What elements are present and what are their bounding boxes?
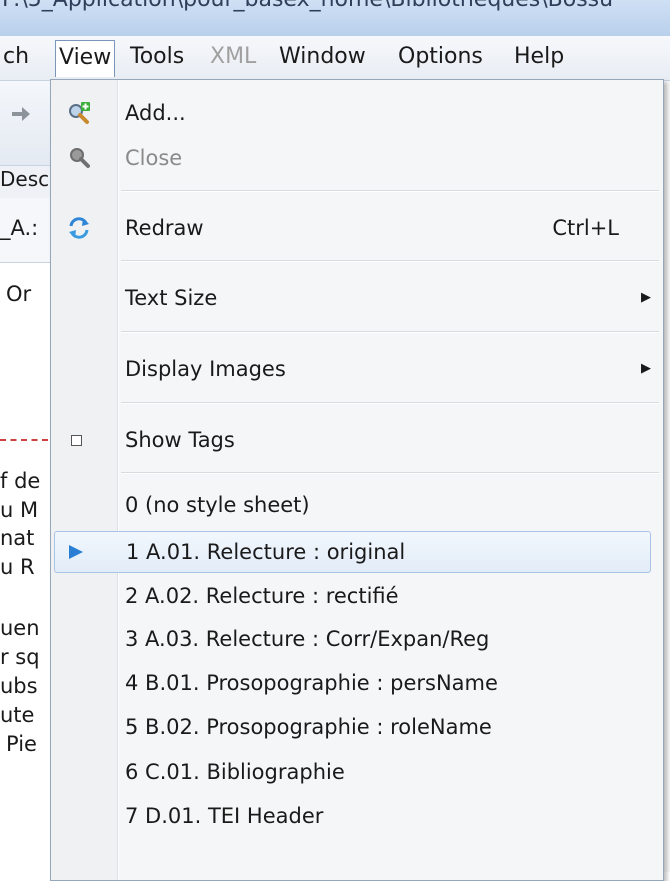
- menu-item-show-tags[interactable]: Show Tags: [53, 421, 659, 459]
- menu-item-label: 1 A.01. Relecture : original: [126, 540, 406, 564]
- menu-separator: [121, 190, 659, 192]
- menu-item-label: 7 D.01. TEI Header: [125, 804, 324, 828]
- menu-item-label: 6 C.01. Bibliographie: [125, 760, 345, 784]
- menu-item-stylesheet-6[interactable]: 6 C.01. Bibliographie: [53, 753, 659, 791]
- menu-separator: [121, 331, 659, 333]
- document-text: Or: [6, 282, 32, 306]
- menu-item-shortcut: Ctrl+L: [552, 216, 619, 240]
- menu-help[interactable]: Help: [511, 40, 567, 73]
- menu-bar: ch View Tools XML Window Options Help: [0, 36, 670, 81]
- menu-item-label: 3 A.03. Relecture : Corr/Expan/Reg: [125, 627, 490, 651]
- zoom-close-icon: [70, 148, 90, 168]
- menu-item-label: Text Size: [125, 286, 218, 310]
- menu-item-label: Display Images: [125, 357, 286, 381]
- menu-options[interactable]: Options: [395, 40, 486, 73]
- menu-item-stylesheet-5[interactable]: 5 B.02. Prosopographie : roleName: [53, 708, 659, 746]
- menu-separator: [121, 260, 659, 262]
- menu-item-stylesheet-7[interactable]: 7 D.01. TEI Header: [53, 797, 659, 835]
- tab-fragment[interactable]: Desc: [0, 167, 49, 191]
- menu-item-label: Show Tags: [125, 428, 235, 452]
- menu-item-label: Close: [125, 146, 183, 170]
- document-text: nat: [0, 526, 35, 550]
- menu-item-stylesheet-4[interactable]: 4 B.01. Prosopographie : persName: [53, 664, 659, 702]
- submenu-arrow-icon: ▶: [641, 361, 651, 376]
- menu-tools[interactable]: Tools: [127, 40, 187, 73]
- zoom-add-icon: [69, 102, 90, 124]
- menu-separator: [121, 472, 659, 474]
- tab-fragment[interactable]: _A.:: [0, 216, 38, 240]
- refresh-icon: [69, 217, 89, 239]
- document-text: u R: [0, 555, 35, 579]
- submenu-arrow-icon: ▶: [641, 290, 651, 305]
- view-menu-dropdown: Add... Close Redraw Ctrl+L Text Size ▶ D…: [50, 79, 664, 881]
- menu-search[interactable]: ch: [0, 40, 32, 73]
- menu-item-stylesheet-2[interactable]: 2 A.02. Relecture : rectifié: [53, 577, 659, 615]
- menu-item-label: Redraw: [125, 216, 204, 240]
- document-text: Pie: [6, 732, 37, 756]
- menu-item-redraw[interactable]: Redraw Ctrl+L: [53, 209, 659, 247]
- menu-view[interactable]: View: [55, 40, 116, 77]
- menu-window[interactable]: Window: [276, 40, 369, 73]
- menu-item-close: Close: [53, 139, 659, 177]
- document-text: r sq: [0, 645, 40, 669]
- menu-item-stylesheet-1[interactable]: 1 A.01. Relecture : original: [54, 531, 651, 573]
- document-text: ute: [0, 703, 35, 727]
- document-text: f de: [0, 469, 41, 493]
- active-stylesheet-arrow-icon: [69, 545, 83, 559]
- document-text: uen: [0, 616, 40, 640]
- menu-item-display-images[interactable]: Display Images ▶: [53, 350, 659, 388]
- menu-item-add[interactable]: Add...: [53, 94, 659, 132]
- menu-item-label: 0 (no style sheet): [125, 493, 310, 517]
- menu-item-label: 5 B.02. Prosopographie : roleName: [125, 715, 492, 739]
- menu-item-stylesheet-3[interactable]: 3 A.03. Relecture : Corr/Expan/Reg: [53, 620, 659, 658]
- menu-item-label: 4 B.01. Prosopographie : persName: [125, 671, 498, 695]
- document-text: u M: [0, 498, 39, 522]
- menu-separator: [121, 402, 659, 404]
- menu-item-label: 2 A.02. Relecture : rectifié: [125, 584, 399, 608]
- window-title-bar: F:\5_Application\pour_basex_home\Bibliot…: [0, 0, 670, 36]
- document-text: ubs: [0, 674, 38, 698]
- menu-xml: XML: [210, 44, 257, 69]
- menu-item-text-size[interactable]: Text Size ▶: [53, 279, 659, 317]
- menu-item-label: Add...: [125, 101, 186, 125]
- show-tags-checkbox[interactable]: [71, 435, 82, 446]
- menu-item-stylesheet-0[interactable]: 0 (no style sheet): [53, 486, 659, 524]
- forward-arrow-icon[interactable]: [10, 104, 32, 124]
- dashed-divider: [0, 439, 48, 441]
- window-title: F:\5_Application\pour_basex_home\Bibliot…: [2, 0, 613, 12]
